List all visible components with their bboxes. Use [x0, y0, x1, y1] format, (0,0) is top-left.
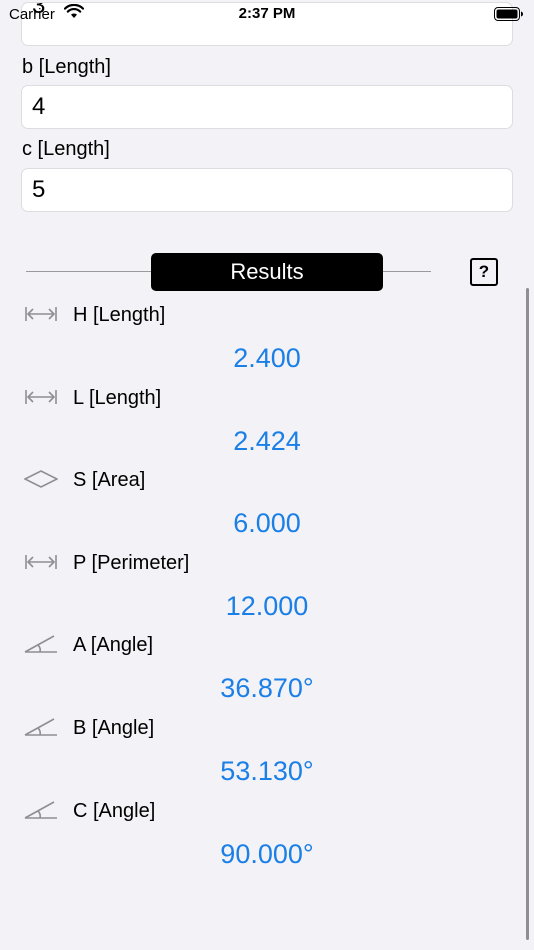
divider-left — [26, 271, 151, 272]
c-length-field[interactable]: 5 — [21, 168, 513, 212]
result-label: S [Area] — [73, 469, 146, 492]
result-value: 6.000 — [233, 508, 301, 539]
battery-icon — [494, 7, 524, 25]
result-item: P [Perimeter] 12.000 — [0, 551, 534, 633]
result-value: 36.870° — [220, 673, 314, 704]
c-length-label: c [Length] — [22, 138, 110, 160]
results-tab[interactable]: Results — [151, 253, 383, 291]
result-item: L [Length] 2.424 — [0, 386, 534, 468]
result-label: P [Perimeter] — [73, 551, 190, 574]
result-label: H [Length] — [73, 304, 166, 326]
clock: 2:37 PM — [238, 5, 296, 22]
length-arrows-icon — [24, 551, 58, 573]
result-item: S [Area] 6.000 — [0, 468, 534, 550]
angle-icon — [24, 716, 58, 738]
results-header: Results ? — [0, 252, 534, 292]
area-diamond-icon — [23, 468, 59, 490]
status-bar: Carrier 2:37 PM — [0, 0, 534, 28]
result-label: B [Angle] — [73, 717, 155, 739]
result-label: L [Length] — [73, 386, 162, 409]
result-value: 2.424 — [233, 425, 301, 456]
result-label: C [Angle] — [73, 799, 156, 822]
angle-icon — [24, 799, 58, 821]
result-value: 90.000° — [220, 838, 314, 869]
result-label: A [Angle] — [73, 634, 154, 657]
angle-icon — [24, 633, 58, 655]
length-arrows-icon — [24, 303, 58, 325]
result-value: 2.400 — [233, 343, 301, 373]
result-item: A [Angle] 36.870° — [0, 633, 534, 715]
result-item: B [Angle] 53.130° — [0, 716, 534, 798]
divider-right — [383, 271, 431, 272]
length-arrows-icon — [24, 386, 58, 408]
b-length-label: b [Length] — [22, 56, 111, 78]
result-value: 12.000 — [225, 590, 309, 621]
b-length-field[interactable]: 4 — [21, 85, 513, 129]
result-item: C [Angle] 90.000° — [0, 799, 534, 881]
result-value: 53.130° — [220, 756, 314, 786]
result-item: H [Length] 2.400 — [0, 303, 534, 385]
scrollbar[interactable] — [526, 288, 529, 940]
help-button[interactable]: ? — [470, 258, 498, 286]
